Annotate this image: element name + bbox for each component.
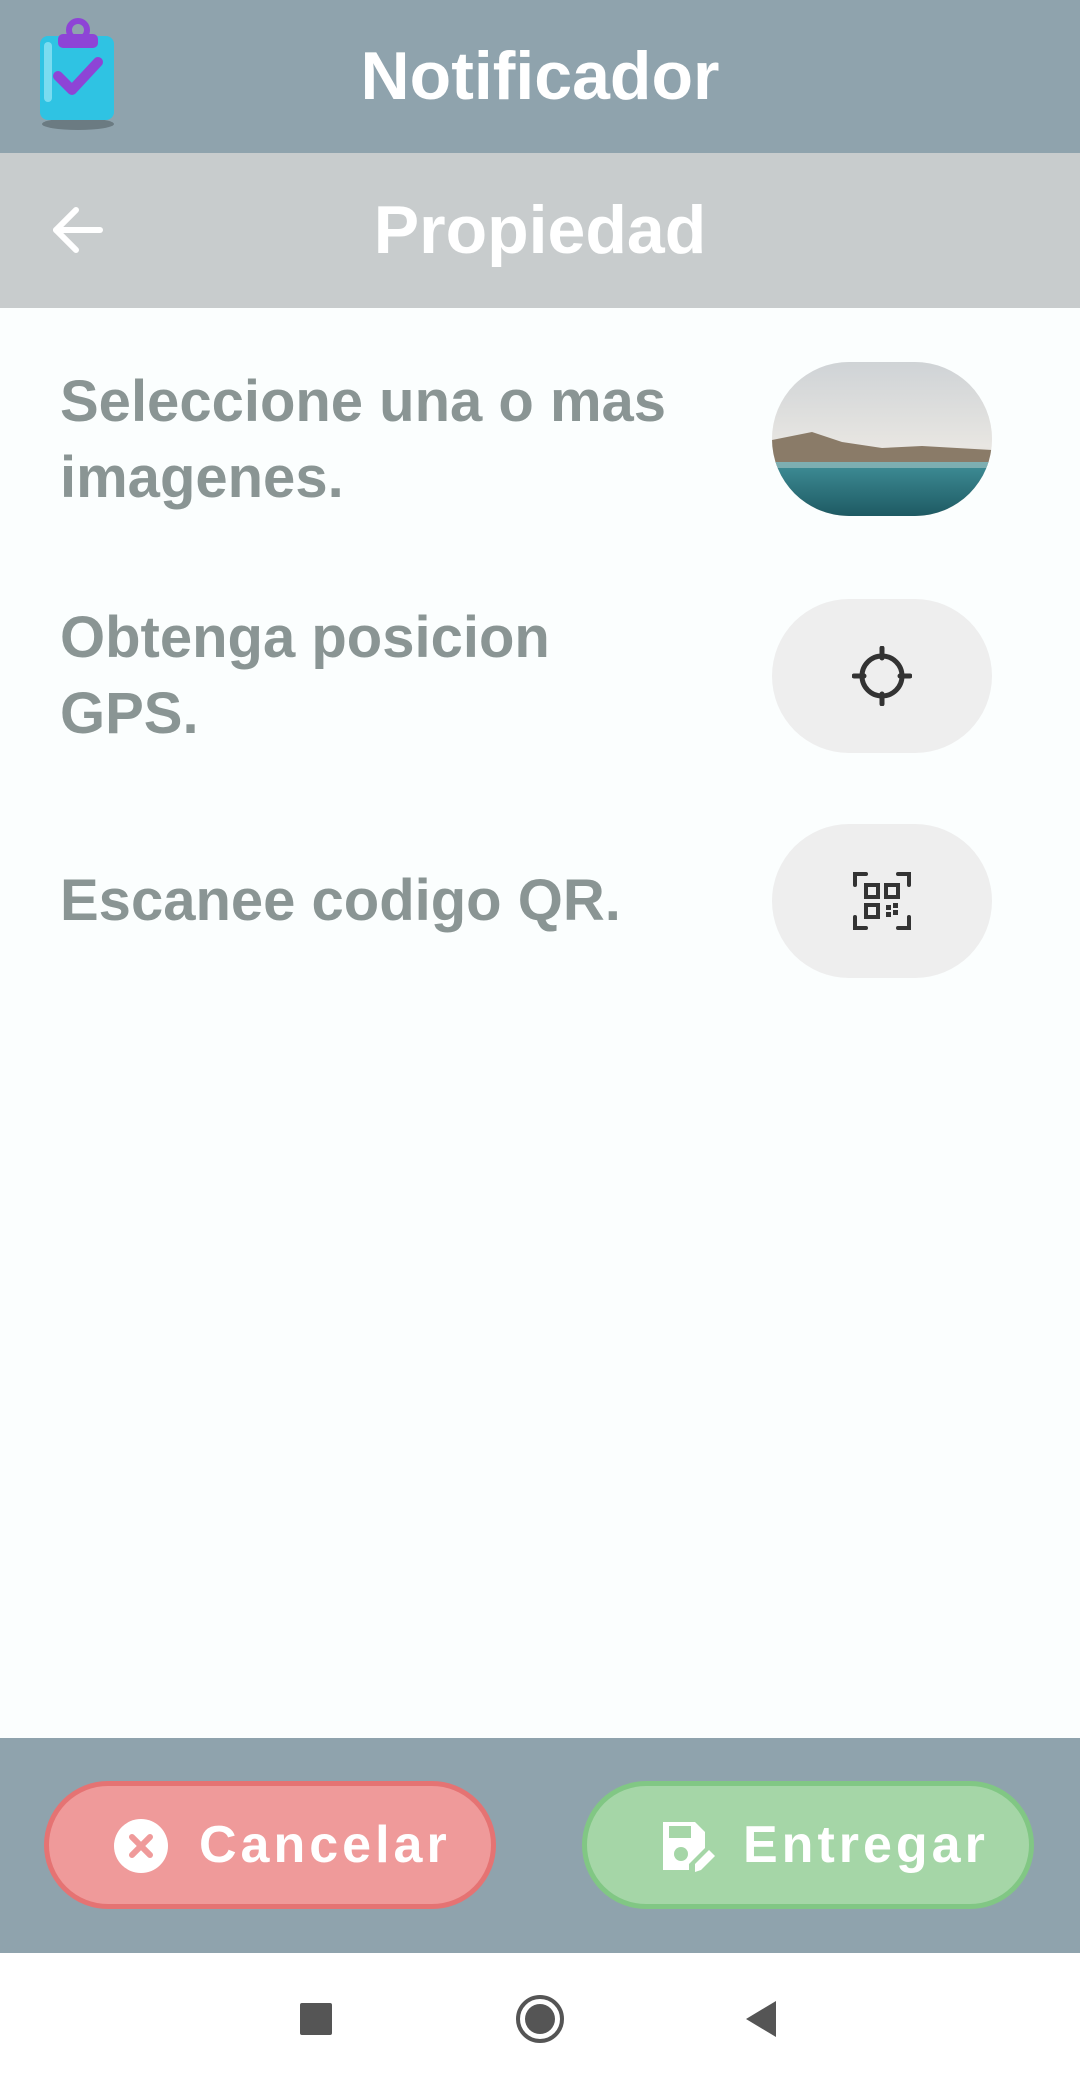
qr-label: Escanee codigo QR. — [60, 868, 621, 933]
page-title: Propiedad — [373, 192, 707, 268]
gps-label: Obtenga posicion GPS. — [60, 605, 550, 746]
app-screen: Notificador Propiedad Seleccione una o m… — [0, 0, 1080, 2084]
image-thumbnail — [772, 362, 992, 516]
select-images-button[interactable] — [772, 362, 992, 516]
save-edit-icon — [663, 1822, 715, 1872]
deliver-label: Entregar — [743, 1816, 989, 1874]
app-title: Notificador — [360, 38, 720, 114]
gps-button[interactable] — [772, 599, 992, 753]
triangle-back-icon[interactable] — [738, 1993, 790, 2045]
cancel-label: Cancelar — [199, 1816, 451, 1874]
cancel-button[interactable]: Cancelar — [44, 1781, 496, 1909]
qr-scan-button[interactable] — [772, 824, 992, 978]
qr-scan-icon — [853, 872, 911, 930]
deliver-button[interactable]: Entregar — [582, 1781, 1034, 1909]
square-icon[interactable] — [290, 1993, 342, 2045]
gps-crosshair-icon — [852, 646, 912, 706]
close-circle-icon — [114, 1819, 168, 1873]
select-images-label: Seleccione una o mas imagenes. — [60, 369, 667, 510]
circle-icon[interactable] — [514, 1993, 566, 2045]
